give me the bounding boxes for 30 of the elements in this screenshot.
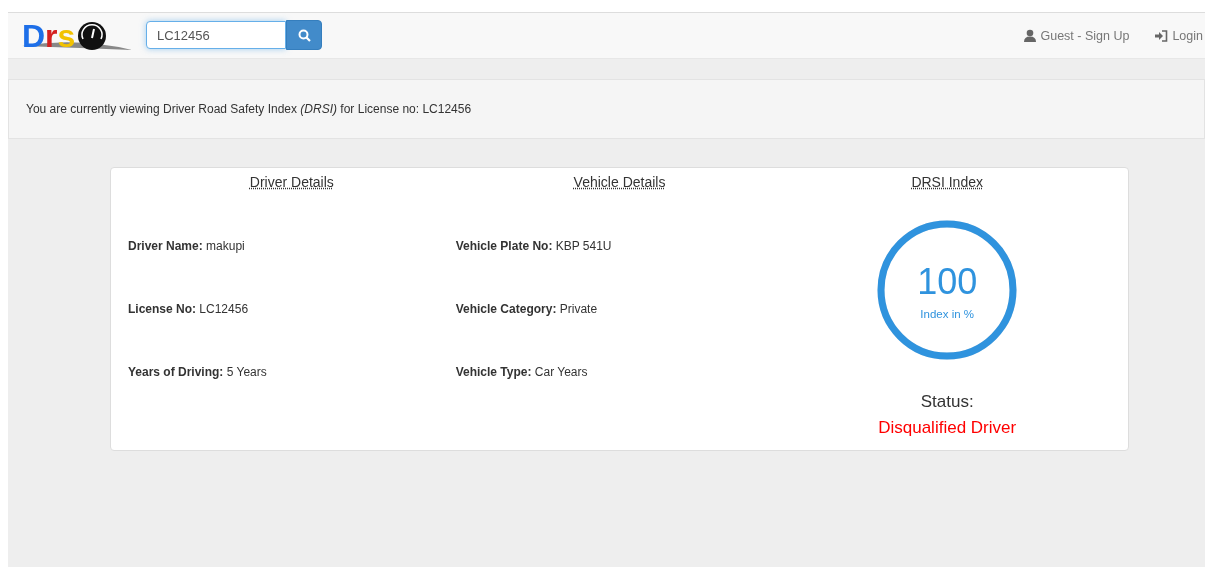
- login-link[interactable]: Login: [1155, 28, 1203, 43]
- field-label: Driver Name:: [128, 239, 203, 253]
- field-label: Vehicle Plate No:: [455, 239, 553, 253]
- login-icon: [1155, 29, 1169, 42]
- logo-letter[interactable]: D: [22, 19, 46, 52]
- status-value: Disqualified Driver: [878, 418, 1017, 438]
- field-value: LC12456: [199, 302, 249, 316]
- search-button[interactable]: [286, 20, 322, 50]
- field-value: Private: [559, 302, 598, 316]
- field-label: Years of Driving:: [128, 365, 224, 379]
- logo-letter[interactable]: r: [45, 19, 58, 52]
- search-icon: [297, 28, 311, 42]
- info-text: You are currently viewing Driver Road Safety Index (DRSI) for License no: LC12456: [26, 102, 472, 116]
- sign-up-link[interactable]: Guest - Sign Up: [1024, 28, 1130, 43]
- user-icon: [1024, 29, 1037, 42]
- field-label: License No:: [128, 302, 196, 316]
- field-label: Vehicle Category:: [455, 302, 557, 316]
- field-value: 5 Years: [226, 365, 267, 379]
- field-value: makupi: [206, 239, 245, 253]
- status-label: Status:: [920, 392, 974, 412]
- section-heading: Vehicle Details: [572, 174, 667, 190]
- field-label: Vehicle Type:: [455, 365, 532, 379]
- gauge-icon: [77, 20, 108, 51]
- search-field[interactable]: LC12456: [146, 21, 286, 49]
- index-caption: Index in %: [920, 308, 974, 320]
- index-value: 100: [917, 264, 978, 300]
- field-value: Car Years: [534, 365, 588, 379]
- field-value: KBP 541U: [555, 239, 612, 253]
- section-heading: Driver Details: [248, 174, 335, 190]
- section-heading: DRSI Index: [911, 174, 983, 190]
